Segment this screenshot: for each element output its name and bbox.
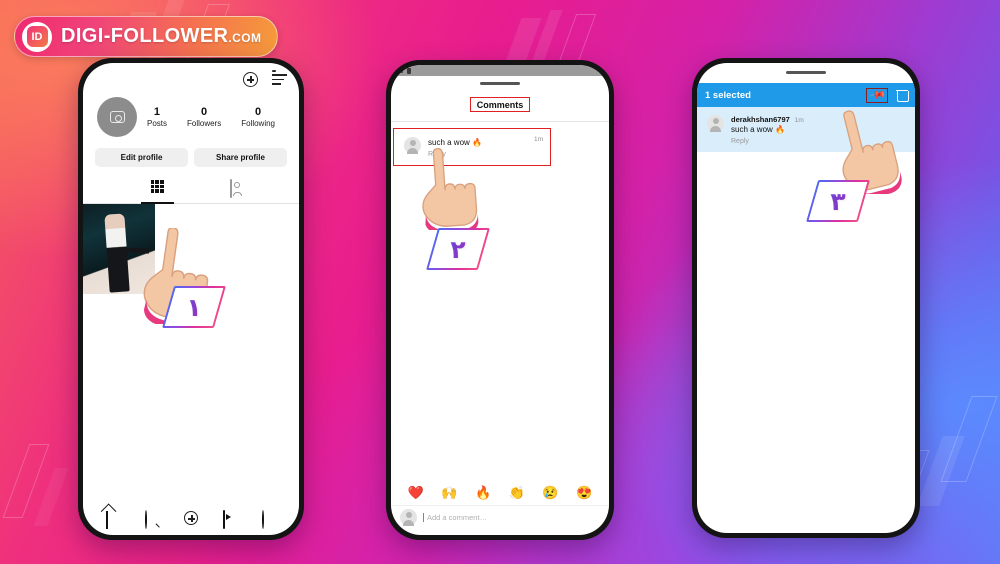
comment-selected-screen: 1 selected 📌 derakhshan6797 1m such a wo… xyxy=(697,63,915,533)
emoji-clap[interactable]: 👏 xyxy=(509,485,525,501)
comments-screen: Comments such a wow 🔥 Reply 1m ❤️ 🙌 🔥 👏 … xyxy=(391,65,609,535)
tab-tagged[interactable] xyxy=(216,173,246,203)
plus-circle-icon[interactable] xyxy=(243,72,258,87)
profile-topbar xyxy=(83,63,299,91)
comment-reply-button[interactable]: Reply xyxy=(731,138,905,145)
tagged-icon xyxy=(229,179,232,198)
home-icon[interactable] xyxy=(105,511,120,529)
search-icon[interactable] xyxy=(144,510,159,529)
comment-text: such a wow 🔥 xyxy=(428,138,482,147)
posts-count: 1 xyxy=(153,105,161,118)
sim-icon xyxy=(407,67,411,74)
status-bar xyxy=(391,65,609,76)
followers-label: Followers xyxy=(186,119,222,129)
logo-text: DIGI-FOLLOWER.COM xyxy=(61,25,262,47)
comment-timestamp: 1m xyxy=(533,136,543,143)
user-avatar-icon xyxy=(404,137,421,154)
comment-username[interactable]: derakhshan6797 xyxy=(731,115,790,124)
following-label: Following xyxy=(241,119,275,129)
user-avatar-icon xyxy=(707,115,724,132)
comment-item-highlighted[interactable]: such a wow 🔥 Reply 1m xyxy=(393,128,551,166)
current-user-avatar-icon xyxy=(400,509,417,526)
hamburger-menu-icon[interactable] xyxy=(272,70,287,87)
following-count: 0 xyxy=(255,105,262,118)
reels-icon[interactable] xyxy=(223,510,237,529)
notification-icon xyxy=(397,68,403,73)
share-profile-button[interactable]: Share profile xyxy=(194,148,287,167)
pin-icon: 📌 xyxy=(868,85,887,104)
bottom-nav-bar xyxy=(83,505,299,535)
stat-following[interactable]: 0 Following xyxy=(241,106,275,129)
thumbnail-figure xyxy=(104,213,130,293)
site-logo: ID DIGI-FOLLOWER.COM xyxy=(14,16,279,57)
emoji-fire[interactable]: 🔥 xyxy=(475,485,491,501)
comment-item-selected[interactable]: derakhshan6797 1m such a wow 🔥 Reply xyxy=(697,107,915,152)
grid-icon xyxy=(150,180,164,193)
profile-tabs xyxy=(83,173,299,204)
add-post-icon[interactable] xyxy=(183,511,198,525)
profile-icon[interactable] xyxy=(262,510,276,529)
followers-count: 0 xyxy=(201,105,208,118)
comment-text: such a wow 🔥 xyxy=(731,125,785,134)
comments-title: Comments xyxy=(469,97,531,112)
comment-reply-button[interactable]: Reply xyxy=(428,151,540,158)
emoji-sad[interactable]: 😢 xyxy=(542,485,558,501)
profile-avatar[interactable] xyxy=(97,97,137,137)
camera-avatar-icon xyxy=(109,111,125,123)
notification-dot-icon xyxy=(272,70,276,72)
phone-mockup-step-2: Comments such a wow 🔥 Reply 1m ❤️ 🙌 🔥 👏 … xyxy=(386,60,614,540)
pin-comment-button[interactable]: 📌 xyxy=(866,85,888,104)
instagram-profile-screen: 1 Posts 0 Followers 0 Following Edit pro… xyxy=(83,63,299,535)
comment-input-bar: Add a comment… xyxy=(391,505,609,535)
phone-mockup-step-3: 1 selected 📌 derakhshan6797 1m such a wo… xyxy=(692,58,920,538)
emoji-heart[interactable]: ❤️ xyxy=(408,485,424,501)
emoji-reaction-bar: ❤️ 🙌 🔥 👏 😢 😍 xyxy=(391,481,609,505)
selection-count-label: 1 selected xyxy=(705,89,751,101)
profile-stats-row: 1 Posts 0 Followers 0 Following xyxy=(83,91,299,141)
logo-mark-icon: ID xyxy=(22,21,52,52)
selection-action-bar: 1 selected 📌 xyxy=(697,83,915,107)
delete-comment-button[interactable] xyxy=(896,89,909,102)
profile-action-buttons: Edit profile Share profile xyxy=(83,141,299,173)
stat-followers[interactable]: 0 Followers xyxy=(187,106,221,129)
post-thumbnail[interactable] xyxy=(83,204,155,294)
stat-posts[interactable]: 1 Posts xyxy=(147,106,167,129)
sheet-drag-handle[interactable] xyxy=(786,71,826,74)
comment-input[interactable]: Add a comment… xyxy=(423,513,600,522)
posts-label: Posts xyxy=(146,119,167,129)
phone-mockup-step-1: 1 Posts 0 Followers 0 Following Edit pro… xyxy=(78,58,304,540)
edit-profile-button[interactable]: Edit profile xyxy=(95,148,188,167)
comments-header: Comments xyxy=(391,85,609,122)
emoji-hands[interactable]: 🙌 xyxy=(441,485,457,501)
emoji-hearts-face[interactable]: 😍 xyxy=(576,485,592,501)
comment-timestamp: 1m xyxy=(794,117,804,124)
tab-grid[interactable] xyxy=(137,173,178,204)
